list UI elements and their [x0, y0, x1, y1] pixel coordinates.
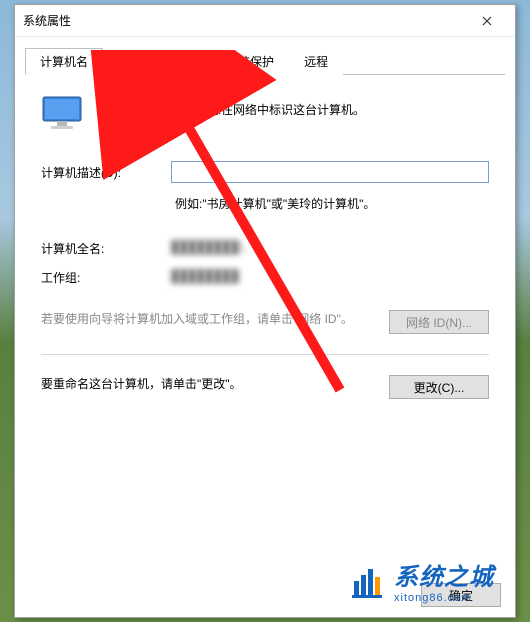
system-properties-window: 系统属性 计算机名 硬件 高级 系统保护 远程 Windows 使用以下信息在网… [14, 4, 516, 618]
wizard-text: 若要使用向导将计算机加入域或工作组，请单击"网络 ID"。 [41, 310, 377, 328]
close-button[interactable] [467, 9, 507, 33]
description-input[interactable] [171, 161, 489, 183]
tab-panel-computer-name: Windows 使用以下信息在网络中标识这台计算机。 计算机描述(D): 例如:… [15, 75, 515, 409]
change-button[interactable]: 更改(C)... [389, 375, 489, 399]
watermark: 系统之城 xitong86.com [350, 557, 494, 604]
tab-computer-name[interactable]: 计算机名 [25, 48, 103, 75]
workgroup-value: ████████ [171, 269, 239, 286]
window-title: 系统属性 [23, 12, 467, 29]
computer-icon [41, 95, 83, 133]
description-example: 例如:"书房计算机"或"美玲的计算机"。 [175, 195, 489, 212]
watermark-url: xitong86.com [394, 592, 494, 604]
tab-strip: 计算机名 硬件 高级 系统保护 远程 [25, 47, 505, 75]
titlebar: 系统属性 [15, 5, 515, 37]
separator [41, 354, 489, 355]
tab-advanced[interactable]: 高级 [157, 48, 211, 75]
rename-text: 要重命名这台计算机，请单击"更改"。 [41, 375, 377, 393]
network-id-button[interactable]: 网络 ID(N)... [389, 310, 489, 334]
tab-remote[interactable]: 远程 [289, 48, 343, 75]
description-label: 计算机描述(D): [41, 164, 171, 181]
intro-text: Windows 使用以下信息在网络中标识这台计算机。 [97, 95, 365, 118]
fullname-label: 计算机全名: [41, 240, 171, 257]
tab-system-protection[interactable]: 系统保护 [211, 48, 289, 75]
watermark-logo-icon [350, 563, 386, 599]
watermark-title: 系统之城 [394, 557, 494, 592]
tab-hardware[interactable]: 硬件 [103, 48, 157, 75]
close-icon [482, 16, 492, 26]
fullname-value: ████████L [171, 240, 246, 257]
workgroup-label: 工作组: [41, 269, 171, 286]
